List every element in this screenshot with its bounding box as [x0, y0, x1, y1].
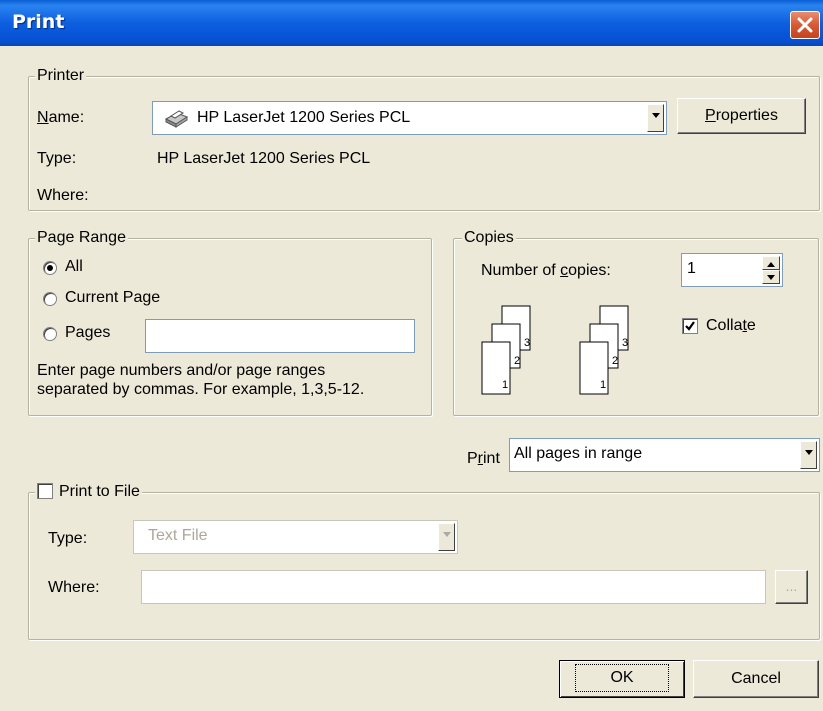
print-what-label: Print: [467, 450, 500, 467]
file-type-value: Text File: [148, 527, 208, 544]
page-range-hint-line1: Enter page numbers and/or page ranges: [37, 362, 326, 379]
file-where-label: Where:: [48, 579, 100, 596]
file-where-input[interactable]: [141, 570, 766, 604]
radio-all-label[interactable]: All: [65, 257, 83, 277]
print-to-file-checkbox[interactable]: [37, 483, 53, 499]
print-what-dropdown-arrow[interactable]: [800, 441, 817, 469]
close-button[interactable]: [790, 11, 820, 39]
number-of-copies-input[interactable]: 1: [681, 253, 783, 287]
print-to-file-group: Print to File: [28, 483, 820, 640]
collate-page-2: 2: [612, 355, 618, 367]
printer-type-label: Type:: [37, 150, 77, 167]
copies-group-label: Copies: [462, 229, 516, 247]
page-range-group-label: Page Range: [35, 229, 128, 247]
copies-spin-up[interactable]: [762, 256, 780, 270]
collate-page-2: 2: [514, 355, 520, 367]
spin-down-icon: [767, 275, 775, 280]
pages-input[interactable]: [145, 319, 415, 353]
copies-spin-down[interactable]: [762, 270, 780, 284]
close-icon: [797, 17, 813, 33]
collate-page-3: 3: [622, 337, 628, 349]
collate-pages-icon-2: 3 2 1: [579, 305, 629, 395]
collate-pages-icon: 3 2 1: [481, 305, 531, 395]
print-to-file-label[interactable]: Print to File: [59, 483, 140, 500]
spin-up-icon: [767, 262, 775, 267]
printer-group-label: Printer: [35, 67, 87, 85]
file-type-dropdown-arrow[interactable]: [438, 523, 455, 551]
number-of-copies-value: 1: [687, 260, 696, 277]
ok-button-label: OK: [575, 664, 669, 692]
radio-current-page[interactable]: [43, 292, 57, 306]
file-type-select[interactable]: Text File: [133, 520, 458, 554]
radio-all[interactable]: [43, 261, 57, 275]
collate-page-3: 3: [524, 337, 530, 349]
radio-current-page-label[interactable]: Current Page: [65, 288, 160, 308]
printer-type-value: HP LaserJet 1200 Series PCL: [157, 150, 371, 167]
radio-pages[interactable]: [43, 327, 57, 341]
ok-button[interactable]: OK: [559, 660, 685, 698]
collate-checkbox[interactable]: [682, 318, 698, 334]
print-dialog: Print Printer Name: HP LaserJet 1200 Ser…: [0, 0, 823, 711]
printer-group: Printer: [28, 67, 820, 211]
title-bar[interactable]: Print: [0, 0, 823, 46]
cancel-button[interactable]: Cancel: [693, 660, 819, 698]
print-what-select[interactable]: All pages in range: [509, 438, 820, 472]
printer-icon: [164, 110, 189, 128]
radio-pages-label[interactable]: Pages: [65, 323, 110, 343]
browse-button[interactable]: ...: [775, 570, 808, 604]
number-of-copies-label: Number of copies:: [481, 262, 611, 279]
page-range-hint-line2: separated by commas. For example, 1,3,5-…: [37, 381, 365, 398]
collate-label[interactable]: Collate: [706, 316, 756, 336]
printer-name-label: Name:: [37, 109, 85, 126]
printer-name-value: HP LaserJet 1200 Series PCL: [197, 109, 411, 126]
file-type-label: Type:: [48, 530, 88, 547]
checkmark-icon: [685, 321, 695, 331]
printer-name-select[interactable]: HP LaserJet 1200 Series PCL: [152, 101, 667, 135]
collate-page-1: 1: [502, 379, 508, 391]
properties-button[interactable]: Properties: [677, 98, 806, 134]
printer-name-dropdown-arrow[interactable]: [647, 104, 664, 132]
collate-page-1: 1: [600, 379, 606, 391]
print-what-value: All pages in range: [514, 445, 643, 462]
print-to-file-legend: Print to File: [35, 483, 142, 501]
printer-where-label: Where:: [37, 187, 89, 204]
window-title: Print: [12, 11, 65, 33]
